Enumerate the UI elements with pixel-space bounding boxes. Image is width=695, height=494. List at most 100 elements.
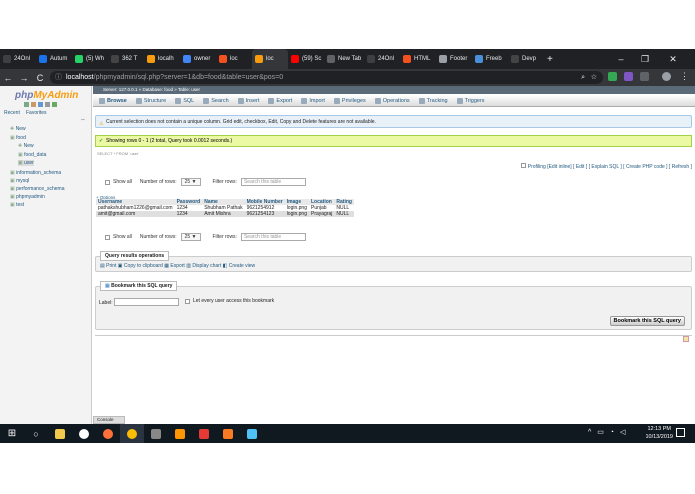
profiling-links[interactable]: Profiling [Edit inline] [ Edit ] [ Expla… xyxy=(520,163,692,170)
tab-triggers[interactable]: Triggers xyxy=(456,97,485,104)
browser-tab[interactable]: New Tab xyxy=(324,49,364,69)
chrome-icon[interactable] xyxy=(120,424,144,443)
reload-button[interactable]: C xyxy=(32,73,48,83)
export-icon xyxy=(268,97,275,104)
tab-sql[interactable]: SQL xyxy=(175,97,194,104)
tree-item[interactable]: ✚ New xyxy=(10,126,26,132)
browser-tab[interactable]: Devp xyxy=(508,49,544,69)
tree-item[interactable]: ✚ New xyxy=(18,143,34,149)
tree-item[interactable]: ▣ performance_schema xyxy=(10,186,64,192)
extension-icon[interactable] xyxy=(624,72,633,81)
maximize-button[interactable]: ❐ xyxy=(634,49,656,69)
copy-clipboard-link[interactable]: Copy to clipboard xyxy=(124,263,163,269)
profiling-checkbox[interactable] xyxy=(520,163,526,168)
browser-tab[interactable]: Autum xyxy=(36,49,72,69)
browser-tab[interactable]: Footer xyxy=(436,49,472,69)
tab-operations[interactable]: Operations xyxy=(374,97,410,104)
filter-rows-input[interactable]: Search this table xyxy=(240,178,306,186)
tab-tracking[interactable]: Tracking xyxy=(418,97,448,104)
tab-browse[interactable]: Browse xyxy=(99,97,127,104)
minimize-button[interactable]: – xyxy=(610,49,632,69)
app-icon[interactable] xyxy=(240,424,264,443)
tab-export[interactable]: Export xyxy=(268,97,292,104)
tab-structure[interactable]: Structure xyxy=(135,97,166,104)
tab-search[interactable]: Search xyxy=(203,97,229,104)
bookmark-star-icon[interactable]: ☆ xyxy=(591,71,597,84)
sidebar-recent-tab[interactable]: Recent xyxy=(4,110,20,116)
taskbar-clock[interactable]: 12:13 PM 10/13/2019 xyxy=(645,425,673,441)
extension-icon[interactable] xyxy=(608,72,617,81)
app-icon[interactable] xyxy=(72,424,96,443)
info-icon[interactable]: ⓘ xyxy=(55,71,62,84)
reload-nav-icon[interactable] xyxy=(52,102,57,107)
browser-tab[interactable]: (59) Sc xyxy=(288,49,324,69)
num-rows-select[interactable]: 25 ▼ xyxy=(180,178,201,186)
bookmark-submit-button[interactable]: Bookmark this SQL query xyxy=(609,316,685,326)
docs-icon[interactable] xyxy=(38,102,43,107)
browser-tab[interactable]: loc xyxy=(252,49,288,69)
display-chart-link[interactable]: Display chart xyxy=(192,263,221,269)
profile-avatar[interactable] xyxy=(662,72,671,81)
tree-item-label: test xyxy=(16,202,25,208)
firefox-icon[interactable] xyxy=(96,424,120,443)
sublime-icon[interactable] xyxy=(168,424,192,443)
app-icon[interactable] xyxy=(144,424,168,443)
new-tab-button[interactable]: + xyxy=(544,49,556,69)
tree-item[interactable]: ▣ test xyxy=(10,202,24,208)
back-button[interactable]: ← xyxy=(0,73,16,83)
extension-icon[interactable] xyxy=(640,72,649,81)
browser-tab[interactable]: HTML xyxy=(400,49,436,69)
print-link[interactable]: Print xyxy=(106,263,116,269)
num-rows-select[interactable]: 25 ▼ xyxy=(180,233,201,241)
bookmark-label-input[interactable] xyxy=(114,298,179,306)
filter-rows-input[interactable]: Search this table xyxy=(240,233,306,241)
tree-item[interactable]: ▣ food_data xyxy=(18,152,46,158)
structure-icon xyxy=(135,97,142,104)
browser-tab[interactable]: 24Onl xyxy=(364,49,400,69)
tree-item[interactable]: ▣ information_schema xyxy=(10,170,61,176)
tab-import[interactable]: Import xyxy=(301,97,325,104)
scroll-top-icon[interactable] xyxy=(683,336,689,342)
sql-query-text[interactable]: SELECT * FROM `user` xyxy=(97,151,140,156)
browser-tab[interactable]: Freeb xyxy=(472,49,508,69)
zoom-icon[interactable]: ⌕ xyxy=(581,71,585,84)
tree-item[interactable]: ▣ user xyxy=(18,160,34,166)
show-all-checkbox[interactable] xyxy=(105,179,110,185)
browser-menu-icon[interactable]: ⋮ xyxy=(680,71,689,82)
url-input[interactable]: ⓘ localhost/phpmyadmin/sql.php?server=1&… xyxy=(50,71,603,84)
phpmyadmin-logo[interactable]: phpMyAdmin xyxy=(15,90,78,101)
logout-icon[interactable] xyxy=(31,102,36,107)
forward-button[interactable]: → xyxy=(16,73,32,83)
sidebar-favorites-tab[interactable]: Favorites xyxy=(26,110,47,116)
tab-insert[interactable]: Insert xyxy=(237,97,259,104)
home-icon[interactable] xyxy=(24,102,29,107)
search-icon[interactable]: ○ xyxy=(24,424,48,443)
profiling-text[interactable]: Profiling [Edit inline] [ Edit ] [ Expla… xyxy=(528,164,692,170)
file-explorer-icon[interactable] xyxy=(48,424,72,443)
browser-tab[interactable]: localh xyxy=(144,49,180,69)
browser-tab[interactable]: 362 T xyxy=(108,49,144,69)
xampp-icon[interactable] xyxy=(216,424,240,443)
system-tray-icons[interactable]: ^ ▭ ◔ ◁ xyxy=(588,428,627,436)
tree-item[interactable]: ▣ food xyxy=(10,135,26,141)
browser-tab[interactable]: owner xyxy=(180,49,216,69)
browser-tab[interactable]: (5) Wh xyxy=(72,49,108,69)
browser-tab[interactable]: 24Onl xyxy=(0,49,36,69)
collapse-link-icon[interactable]: ⇔ xyxy=(80,117,86,123)
tab-privileges[interactable]: Privileges xyxy=(333,97,366,104)
bookmark-shared-checkbox[interactable] xyxy=(185,299,190,304)
export-link[interactable]: Export xyxy=(170,263,184,269)
table-row: amit@gmail.com 1234 Amit Mishra 9621254123 l… xyxy=(96,211,354,217)
tree-item[interactable]: ▣ phpmyadmin xyxy=(10,194,45,200)
show-all-checkbox[interactable] xyxy=(105,234,110,240)
tree-item[interactable]: ▣ mysql xyxy=(10,178,29,184)
breadcrumb[interactable]: Server: 127.0.0.1 » Database: food » Tab… xyxy=(93,86,695,94)
browser-tab[interactable]: loc xyxy=(216,49,252,69)
console-toggle[interactable]: Console xyxy=(93,416,125,424)
notifications-icon[interactable] xyxy=(676,428,685,437)
app-icon[interactable] xyxy=(192,424,216,443)
create-view-link[interactable]: Create view xyxy=(229,263,255,269)
close-window-button[interactable]: ✕ xyxy=(662,49,684,69)
windows-start-icon[interactable]: ⊞ xyxy=(0,424,24,443)
settings-icon[interactable] xyxy=(45,102,50,107)
